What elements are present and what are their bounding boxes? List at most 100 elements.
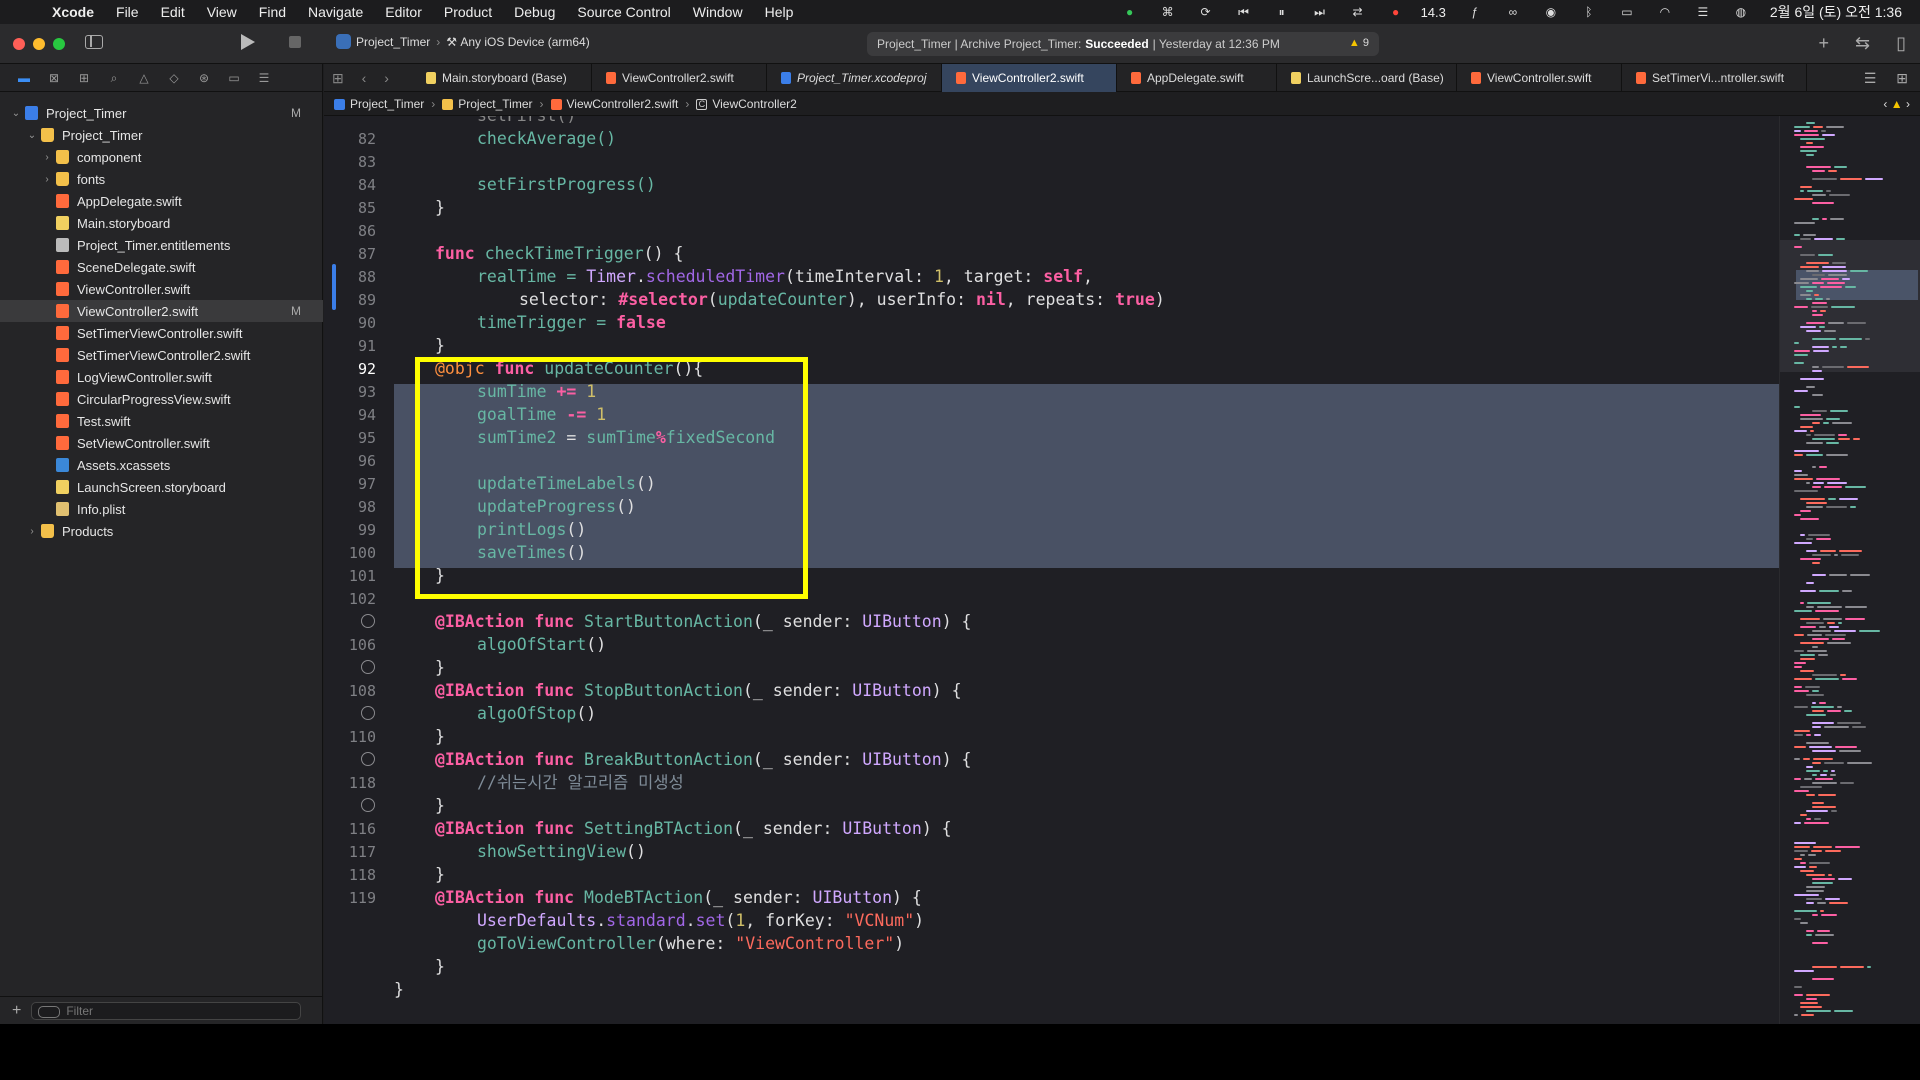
menu-help[interactable]: Help: [765, 4, 794, 20]
activity-monitor-icon[interactable]: ●: [1121, 5, 1139, 19]
tree-item-file[interactable]: Test.swift: [0, 410, 323, 432]
tab-viewcontroller2[interactable]: ViewController2.swift: [592, 64, 767, 92]
menu-source-control[interactable]: Source Control: [577, 4, 670, 20]
tree-item-file-selected[interactable]: ViewController2.swift M: [0, 300, 323, 322]
code-review-icon[interactable]: ⇆: [1855, 33, 1870, 54]
source-control-icon[interactable]: ⊠: [48, 72, 60, 84]
grid-icon[interactable]: ⊞: [332, 70, 344, 86]
chevron-down-icon[interactable]: ⌄: [10, 108, 22, 119]
cpu-usage[interactable]: 14.3: [1421, 5, 1446, 20]
shuffle-icon[interactable]: ⇄: [1349, 5, 1367, 19]
tree-item-file[interactable]: ViewController.swift: [0, 278, 323, 300]
scheme-selector[interactable]: Project_Timer › ⚒ Any iOS Device (arm64): [336, 34, 590, 49]
tab-appdelegate[interactable]: AppDelegate.swift: [1117, 64, 1277, 92]
debug-icon[interactable]: ⊛: [198, 72, 210, 84]
find-icon[interactable]: ⌕: [108, 72, 120, 84]
tree-item-file[interactable]: SetTimerViewController.swift: [0, 322, 323, 344]
menu-find[interactable]: Find: [259, 4, 286, 20]
control-center-icon[interactable]: ☰: [1694, 5, 1712, 19]
minimize-window-button[interactable]: [33, 38, 45, 50]
tab-xcodeproj[interactable]: Project_Timer.xcodeproj: [767, 64, 942, 92]
menu-window[interactable]: Window: [693, 4, 743, 20]
next-issue-icon[interactable]: ›: [1906, 97, 1910, 111]
tree-item-project-root[interactable]: ⌄ Project_Timer M: [0, 102, 323, 124]
code-editor[interactable]: 82 83 84 85 86 87 88 89 90 91 92 93 94 95 96 97 98 99 100 1…: [324, 116, 1779, 1024]
chevron-down-icon[interactable]: ⌄: [26, 130, 38, 141]
next-track-icon[interactable]: ⏭: [1311, 5, 1329, 19]
menu-navigate[interactable]: Navigate: [308, 4, 363, 20]
script-icon[interactable]: ƒ: [1466, 5, 1484, 19]
breadcrumb-group[interactable]: Project_Timer: [442, 97, 533, 111]
menu-xcode[interactable]: Xcode: [52, 4, 94, 20]
tree-item-fonts[interactable]: › fonts: [0, 168, 323, 190]
previous-track-icon[interactable]: ⏮: [1235, 5, 1253, 19]
folder-icon[interactable]: ▬: [18, 72, 30, 84]
chevron-right-icon[interactable]: ›: [41, 152, 53, 163]
tree-item-file[interactable]: Info.plist: [0, 498, 323, 520]
report-icon[interactable]: ☰: [258, 72, 270, 84]
tree-item-file[interactable]: SetTimerViewController2.swift: [0, 344, 323, 366]
tab-main-storyboard[interactable]: Main.storyboard (Base): [412, 64, 592, 92]
chevron-right-icon[interactable]: ›: [26, 526, 38, 537]
inspector-toggle-icon[interactable]: ▯: [1896, 33, 1906, 54]
add-icon[interactable]: +: [1818, 33, 1829, 54]
tab-launchscreen[interactable]: LaunchScre...oard (Base): [1277, 64, 1457, 92]
siri-icon[interactable]: ◍: [1732, 5, 1750, 19]
input-source-icon[interactable]: ⌘: [1159, 5, 1177, 19]
tree-item-file[interactable]: AppDelegate.swift: [0, 190, 323, 212]
navigator-toggle-icon[interactable]: [85, 35, 103, 49]
breadcrumb-file[interactable]: ViewController2.swift: [550, 97, 678, 111]
tree-item-file[interactable]: Assets.xcassets: [0, 454, 323, 476]
stop-button[interactable]: [289, 36, 301, 48]
editor-options-icon[interactable]: ☰: [1864, 70, 1877, 86]
issue-navigation[interactable]: ‹ ▲ ›: [1883, 97, 1910, 111]
issue-icon[interactable]: △: [138, 72, 150, 84]
zoom-window-button[interactable]: [53, 38, 65, 50]
battery-icon[interactable]: ▭: [1618, 5, 1636, 19]
breadcrumb-project[interactable]: Project_Timer: [334, 97, 424, 111]
tree-item-file[interactable]: LogViewController.swift: [0, 366, 323, 388]
tab-viewcontroller2-active[interactable]: ViewController2.swift: [942, 64, 1117, 92]
tree-item-file[interactable]: SceneDelegate.swift: [0, 256, 323, 278]
minimap[interactable]: [1779, 116, 1920, 1024]
menubar-clock[interactable]: 2월 6일 (토) 오전 1:36: [1770, 2, 1902, 22]
tree-item-file[interactable]: Project_Timer.entitlements: [0, 234, 323, 256]
activity-view[interactable]: Project_Timer | Archive Project_Timer: S…: [867, 32, 1379, 56]
repeat-icon[interactable]: ⟳: [1197, 5, 1215, 19]
breakpoint-icon[interactable]: ▭: [228, 72, 240, 84]
filter-input[interactable]: Filter: [31, 1001, 302, 1020]
menu-edit[interactable]: Edit: [161, 4, 185, 20]
menu-debug[interactable]: Debug: [514, 4, 555, 20]
add-file-icon[interactable]: +: [12, 1002, 21, 1020]
close-window-button[interactable]: [13, 38, 25, 50]
tree-item-products[interactable]: › Products: [0, 520, 323, 542]
run-button[interactable]: [241, 34, 255, 50]
wifi-icon[interactable]: ◠: [1656, 5, 1674, 19]
tree-item-file[interactable]: CircularProgressView.swift: [0, 388, 323, 410]
play-circle-icon[interactable]: ◉: [1542, 5, 1560, 19]
scheme-device[interactable]: Any iOS Device (arm64): [460, 35, 589, 49]
notification-badge-icon[interactable]: ●: [1387, 5, 1405, 19]
tree-item-file[interactable]: SetViewController.swift: [0, 432, 323, 454]
warnings-badge[interactable]: ▲ 9: [1349, 37, 1369, 49]
menu-editor[interactable]: Editor: [385, 4, 422, 20]
tree-item-file[interactable]: LaunchScreen.storyboard: [0, 476, 323, 498]
menu-file[interactable]: File: [116, 4, 139, 20]
tree-item-file[interactable]: Main.storyboard: [0, 212, 323, 234]
tree-item-group[interactable]: ⌄ Project_Timer: [0, 124, 323, 146]
scheme-project[interactable]: Project_Timer: [356, 35, 430, 49]
forward-icon[interactable]: ›: [384, 70, 389, 86]
menu-view[interactable]: View: [207, 4, 237, 20]
menu-product[interactable]: Product: [444, 4, 492, 20]
back-icon[interactable]: ‹: [362, 70, 367, 86]
tree-item-component[interactable]: › component: [0, 146, 323, 168]
symbol-icon[interactable]: ⊞: [78, 72, 90, 84]
pause-icon[interactable]: ⏸: [1273, 5, 1291, 19]
breadcrumb-class[interactable]: C ViewController2: [696, 97, 797, 111]
bluetooth-icon[interactable]: ᛒ: [1580, 5, 1598, 19]
tab-settimer[interactable]: SetTimerVi...ntroller.swift: [1622, 64, 1807, 92]
link-icon[interactable]: ∞: [1504, 5, 1522, 19]
split-editor-icon[interactable]: ⊞: [1896, 70, 1908, 86]
previous-issue-icon[interactable]: ‹: [1883, 97, 1887, 111]
tab-viewcontroller[interactable]: ViewController.swift: [1457, 64, 1622, 92]
